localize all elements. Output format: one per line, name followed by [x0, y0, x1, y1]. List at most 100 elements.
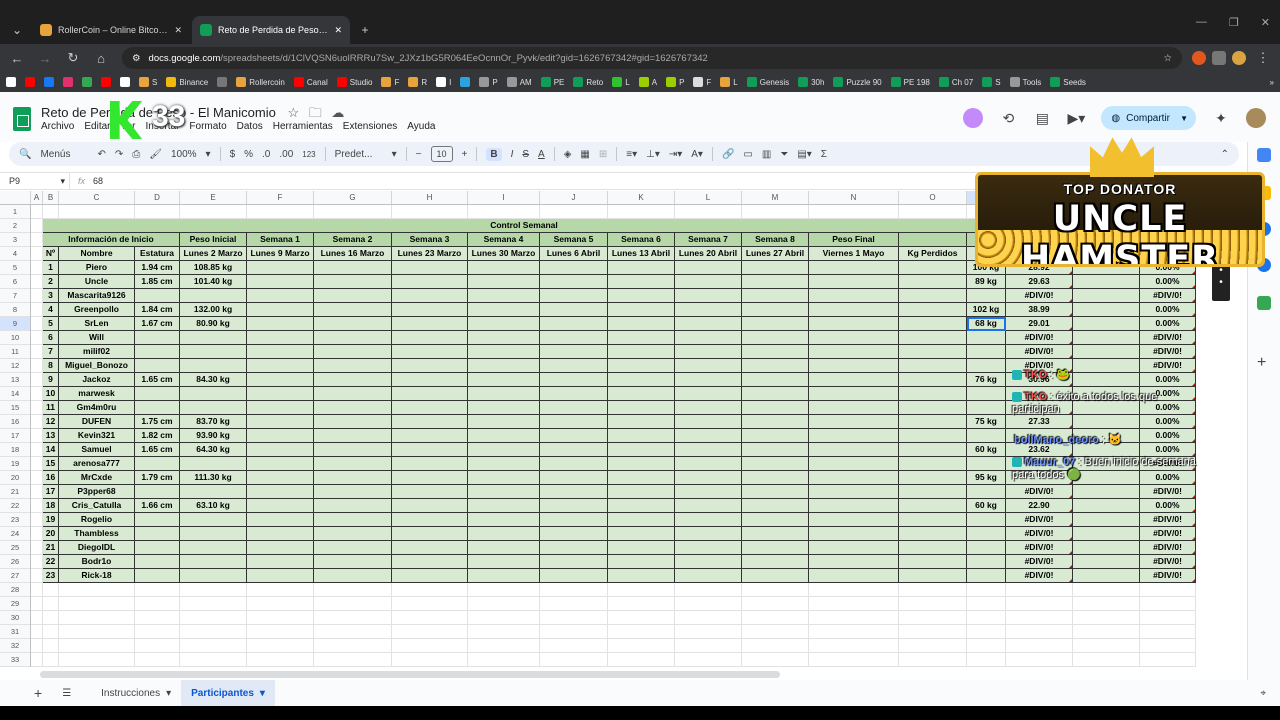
participant-number[interactable]: 15 [43, 457, 59, 471]
row-header[interactable]: 2 [0, 219, 30, 233]
sub-header[interactable]: Lunes 23 Marzo [392, 247, 468, 261]
column-header[interactable]: M [742, 191, 809, 204]
row-header[interactable]: 10 [0, 331, 30, 345]
participant-name[interactable]: milif02 [59, 345, 135, 359]
font-select[interactable]: Predet... [335, 149, 383, 160]
participant-percent[interactable]: #DIV/0! [1140, 569, 1196, 583]
row-header[interactable]: 24 [0, 527, 30, 541]
cell[interactable] [247, 485, 314, 499]
merge-cells-icon[interactable]: ⊞ [599, 149, 607, 160]
column-header[interactable]: N [809, 191, 899, 204]
cell[interactable] [899, 429, 967, 443]
participant-height[interactable] [135, 401, 180, 415]
cell[interactable] [180, 653, 247, 667]
cell[interactable] [31, 331, 43, 345]
cell[interactable] [392, 457, 468, 471]
font-size-input[interactable]: 10 [430, 146, 453, 162]
cell[interactable] [247, 443, 314, 457]
cell[interactable] [675, 471, 742, 485]
cell[interactable] [608, 359, 675, 373]
cell[interactable] [742, 429, 809, 443]
cell[interactable] [608, 555, 675, 569]
cell[interactable] [31, 597, 43, 611]
participant-number[interactable]: 12 [43, 415, 59, 429]
filter-views-icon[interactable]: ▤▾ [797, 149, 811, 160]
cell[interactable] [392, 331, 468, 345]
text-wrap-icon[interactable]: ⇥▾ [669, 149, 682, 160]
cell[interactable] [809, 583, 899, 597]
cell[interactable] [31, 401, 43, 415]
cell[interactable] [314, 303, 392, 317]
cell[interactable] [1073, 583, 1140, 597]
bookmark-item[interactable]: PE [540, 77, 564, 87]
cell[interactable] [314, 429, 392, 443]
cell[interactable] [392, 359, 468, 373]
cell[interactable] [540, 569, 608, 583]
cell[interactable] [247, 359, 314, 373]
cell[interactable] [608, 345, 675, 359]
cell[interactable] [899, 597, 967, 611]
cell[interactable] [31, 527, 43, 541]
cell[interactable] [1006, 583, 1073, 597]
participant-number[interactable]: 23 [43, 569, 59, 583]
cell[interactable] [31, 303, 43, 317]
column-header[interactable]: A [31, 191, 43, 204]
cell[interactable] [675, 401, 742, 415]
participant-weight-p[interactable] [967, 457, 1006, 471]
participant-number[interactable]: 6 [43, 331, 59, 345]
participant-start-weight[interactable] [180, 513, 247, 527]
bookmark-item[interactable]: L [720, 77, 738, 87]
participant-name[interactable]: Uncle [59, 275, 135, 289]
cell[interactable] [247, 303, 314, 317]
participant-height[interactable] [135, 513, 180, 527]
cell[interactable] [809, 303, 899, 317]
cell[interactable] [809, 373, 899, 387]
row-header[interactable]: 13 [0, 373, 30, 387]
cell[interactable] [1073, 513, 1140, 527]
cell[interactable] [742, 653, 809, 667]
decrease-decimal-button[interactable]: .0 [262, 149, 270, 160]
cell[interactable] [675, 443, 742, 457]
cell[interactable] [742, 499, 809, 513]
cell[interactable] [899, 541, 967, 555]
participant-imc[interactable]: 22.90 [1006, 499, 1073, 513]
browser-tab-sheet[interactable]: Reto de Perdida de Peso - El M ✕ [192, 16, 350, 44]
participant-percent[interactable]: 0.00% [1140, 317, 1196, 331]
cell[interactable] [1073, 639, 1140, 653]
cell[interactable] [809, 261, 899, 275]
cell[interactable] [540, 205, 608, 219]
bookmark-item[interactable] [82, 77, 92, 87]
cell[interactable] [742, 611, 809, 625]
cell[interactable] [742, 583, 809, 597]
italic-button[interactable]: I [511, 149, 514, 160]
cell[interactable] [608, 527, 675, 541]
cell[interactable] [247, 639, 314, 653]
cell[interactable] [742, 597, 809, 611]
bookmark-item[interactable]: A [638, 77, 657, 87]
menu-extensiones[interactable]: Extensiones [343, 121, 397, 132]
cell[interactable] [675, 429, 742, 443]
cell[interactable] [608, 597, 675, 611]
participant-name[interactable]: Kevin321 [59, 429, 135, 443]
close-window-icon[interactable]: ✕ [1261, 16, 1270, 29]
cell[interactable] [31, 429, 43, 443]
cell[interactable] [247, 583, 314, 597]
participant-height[interactable] [135, 555, 180, 569]
cell[interactable] [468, 359, 540, 373]
cell[interactable] [967, 653, 1006, 667]
insert-comment-icon[interactable]: ▭ [743, 149, 752, 160]
cell[interactable] [809, 387, 899, 401]
sheet-tab-instrucciones[interactable]: Instrucciones ▾ [91, 680, 181, 706]
url-bar[interactable]: ⚙ docs.google.com/spreadsheets/d/1ClVQSN… [122, 47, 1182, 69]
row-header[interactable]: 30 [0, 611, 30, 625]
participant-number[interactable]: 17 [43, 485, 59, 499]
cell[interactable] [247, 499, 314, 513]
cell[interactable] [675, 359, 742, 373]
menu-archivo[interactable]: Archivo [41, 121, 74, 132]
cell[interactable] [540, 261, 608, 275]
participant-imc[interactable]: 29.01 [1006, 317, 1073, 331]
cell[interactable] [247, 261, 314, 275]
row-header[interactable]: 21 [0, 485, 30, 499]
bookmark-item[interactable]: Puzzle 90 [833, 77, 882, 87]
cell[interactable] [608, 499, 675, 513]
